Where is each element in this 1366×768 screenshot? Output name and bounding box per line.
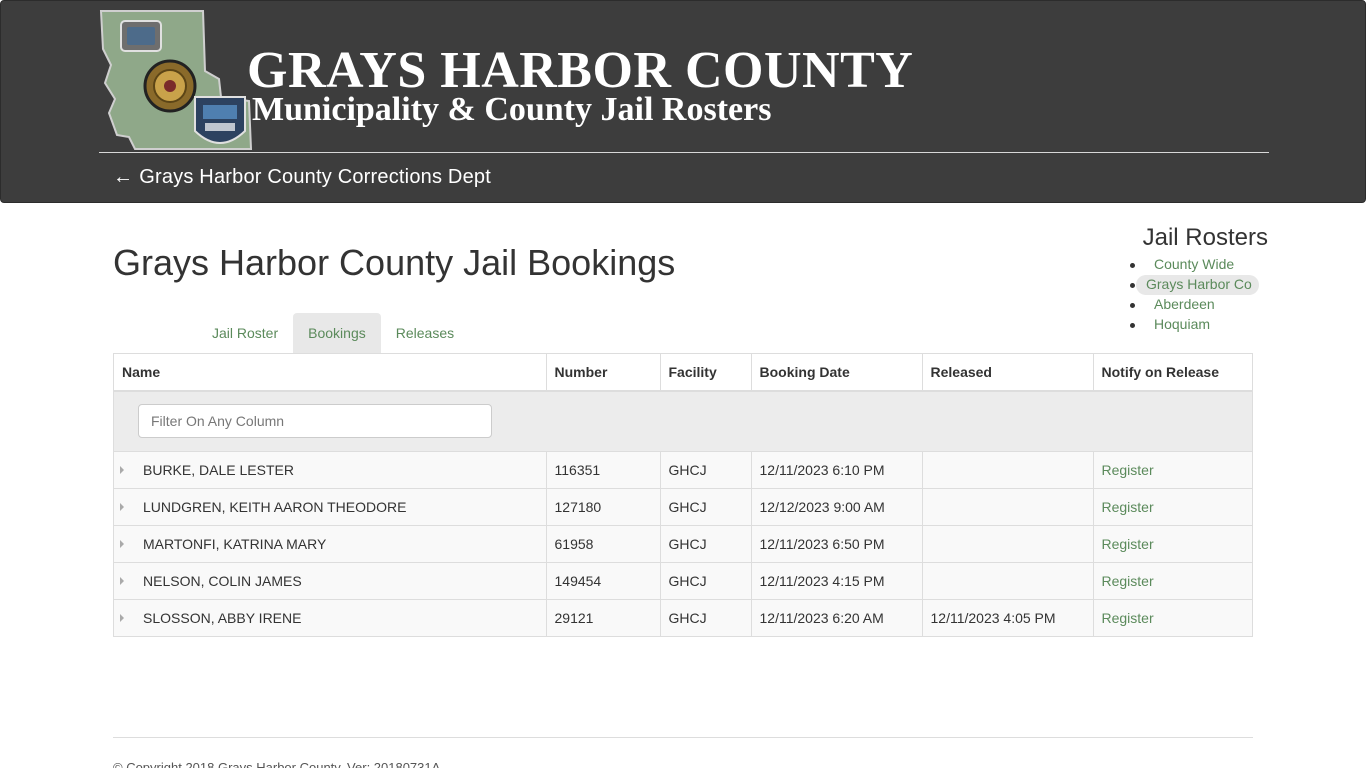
released-cell	[922, 488, 1094, 526]
notify-cell: Register	[1093, 451, 1252, 489]
facility-cell: GHCJ	[660, 488, 752, 526]
column-header-number[interactable]: Number	[546, 354, 661, 392]
number-cell: 127180	[546, 488, 661, 526]
table-row[interactable]: BURKE, DALE LESTER 116351 GHCJ 12/11/202…	[114, 451, 1252, 489]
column-header-name[interactable]: Name	[114, 354, 547, 392]
column-header-released[interactable]: Released	[922, 354, 1094, 392]
back-arrow-icon: ←	[113, 166, 134, 188]
sidebar-item-hoquiam: Hoquiam	[1128, 315, 1270, 335]
expand-caret-icon[interactable]	[120, 539, 124, 548]
register-link[interactable]: Register	[1102, 610, 1154, 626]
back-link-label: Grays Harbor County Corrections Dept	[139, 166, 491, 188]
tab-releases[interactable]: Releases	[381, 313, 469, 353]
released-cell	[922, 525, 1094, 563]
site-header: GRAYS HARBOR COUNTY Municipality & Count…	[0, 0, 1366, 203]
inmate-name: SLOSSON, ABBY IRENE	[143, 609, 302, 626]
tab-jail-roster[interactable]: Jail Roster	[197, 313, 293, 353]
table-row[interactable]: LUNDGREN, KEITH AARON THEODORE 127180 GH…	[114, 488, 1252, 526]
bookings-table: Name Number Facility Booking Date Releas…	[114, 354, 1252, 636]
header-divider	[99, 152, 1269, 153]
page-title: Grays Harbor County Jail Bookings	[113, 242, 676, 283]
footer-copyright: © Copyright 2018 Grays Harbor County. Ve…	[113, 760, 441, 768]
column-header-booking-date[interactable]: Booking Date	[751, 354, 923, 392]
name-cell: BURKE, DALE LESTER	[114, 451, 547, 489]
sidebar-link-hoquiam[interactable]: Hoquiam	[1146, 316, 1218, 332]
booking-date-cell: 12/11/2023 6:20 AM	[751, 599, 923, 636]
sidebar-item-county-wide: County Wide	[1128, 255, 1270, 275]
roster-tabs: Jail Roster Bookings Releases	[197, 313, 469, 353]
released-cell: 12/11/2023 4:05 PM	[922, 599, 1094, 636]
booking-date-cell: 12/12/2023 9:00 AM	[751, 488, 923, 526]
table-row[interactable]: NELSON, COLIN JAMES 149454 GHCJ 12/11/20…	[114, 562, 1252, 600]
register-link[interactable]: Register	[1102, 573, 1154, 589]
number-cell: 149454	[546, 562, 661, 600]
facility-cell: GHCJ	[660, 451, 752, 489]
facility-cell: GHCJ	[660, 525, 752, 563]
released-cell	[922, 451, 1094, 489]
back-to-corrections-link[interactable]: ← Grays Harbor County Corrections Dept	[113, 166, 491, 189]
county-seals-map-logo	[99, 9, 254, 151]
register-link[interactable]: Register	[1102, 536, 1154, 552]
sidebar-list: County Wide Grays Harbor Co Aberdeen Hoq…	[1128, 255, 1270, 335]
expand-caret-icon[interactable]	[120, 502, 124, 511]
site-title: GRAYS HARBOR COUNTY	[247, 42, 914, 99]
register-link[interactable]: Register	[1102, 499, 1154, 515]
site-subtitle: Municipality & County Jail Rosters	[252, 91, 772, 128]
sidebar-title: Jail Rosters	[1142, 224, 1268, 251]
bullet-icon	[1130, 303, 1135, 308]
column-header-notify[interactable]: Notify on Release	[1093, 354, 1252, 392]
inmate-name: BURKE, DALE LESTER	[143, 461, 294, 478]
sidebar-link-county-wide[interactable]: County Wide	[1146, 256, 1242, 272]
bullet-icon	[1130, 283, 1135, 288]
number-cell: 116351	[546, 451, 661, 489]
sidebar-link-grays-harbor-co[interactable]: Grays Harbor Co	[1136, 275, 1259, 295]
name-cell: MARTONFI, KATRINA MARY	[114, 525, 547, 563]
released-cell	[922, 562, 1094, 600]
bullet-icon	[1130, 323, 1135, 328]
jail-rosters-sidebar: Jail Rosters County Wide Grays Harbor Co…	[1128, 224, 1270, 335]
bookings-table-container: Name Number Facility Booking Date Releas…	[113, 353, 1253, 637]
booking-date-cell: 12/11/2023 4:15 PM	[751, 562, 923, 600]
number-cell: 29121	[546, 599, 661, 636]
notify-cell: Register	[1093, 525, 1252, 563]
footer-divider	[113, 737, 1253, 738]
column-header-facility[interactable]: Facility	[660, 354, 752, 392]
number-cell: 61958	[546, 525, 661, 563]
inmate-name: NELSON, COLIN JAMES	[143, 572, 302, 589]
expand-caret-icon[interactable]	[120, 465, 124, 474]
name-cell: NELSON, COLIN JAMES	[114, 562, 547, 600]
notify-cell: Register	[1093, 599, 1252, 636]
facility-cell: GHCJ	[660, 599, 752, 636]
tab-bookings[interactable]: Bookings	[293, 313, 381, 353]
sidebar-item-grays-harbor-co: Grays Harbor Co	[1128, 275, 1270, 295]
expand-caret-icon[interactable]	[120, 576, 124, 585]
sidebar-link-aberdeen[interactable]: Aberdeen	[1146, 296, 1223, 312]
filter-cell	[114, 391, 1252, 452]
notify-cell: Register	[1093, 562, 1252, 600]
facility-cell: GHCJ	[660, 562, 752, 600]
booking-date-cell: 12/11/2023 6:10 PM	[751, 451, 923, 489]
sidebar-item-aberdeen: Aberdeen	[1128, 295, 1270, 315]
table-row[interactable]: MARTONFI, KATRINA MARY 61958 GHCJ 12/11/…	[114, 525, 1252, 563]
filter-row	[114, 391, 1252, 452]
inmate-name: MARTONFI, KATRINA MARY	[143, 535, 327, 552]
filter-input[interactable]	[138, 404, 492, 439]
name-cell: LUNDGREN, KEITH AARON THEODORE	[114, 488, 547, 526]
table-header-row: Name Number Facility Booking Date Releas…	[114, 354, 1252, 392]
bullet-icon	[1130, 263, 1135, 268]
expand-caret-icon[interactable]	[120, 614, 124, 623]
booking-date-cell: 12/11/2023 6:50 PM	[751, 525, 923, 563]
inmate-name: LUNDGREN, KEITH AARON THEODORE	[143, 498, 407, 515]
register-link[interactable]: Register	[1102, 462, 1154, 478]
table-row[interactable]: SLOSSON, ABBY IRENE 29121 GHCJ 12/11/202…	[114, 599, 1252, 636]
notify-cell: Register	[1093, 488, 1252, 526]
name-cell: SLOSSON, ABBY IRENE	[114, 599, 547, 636]
